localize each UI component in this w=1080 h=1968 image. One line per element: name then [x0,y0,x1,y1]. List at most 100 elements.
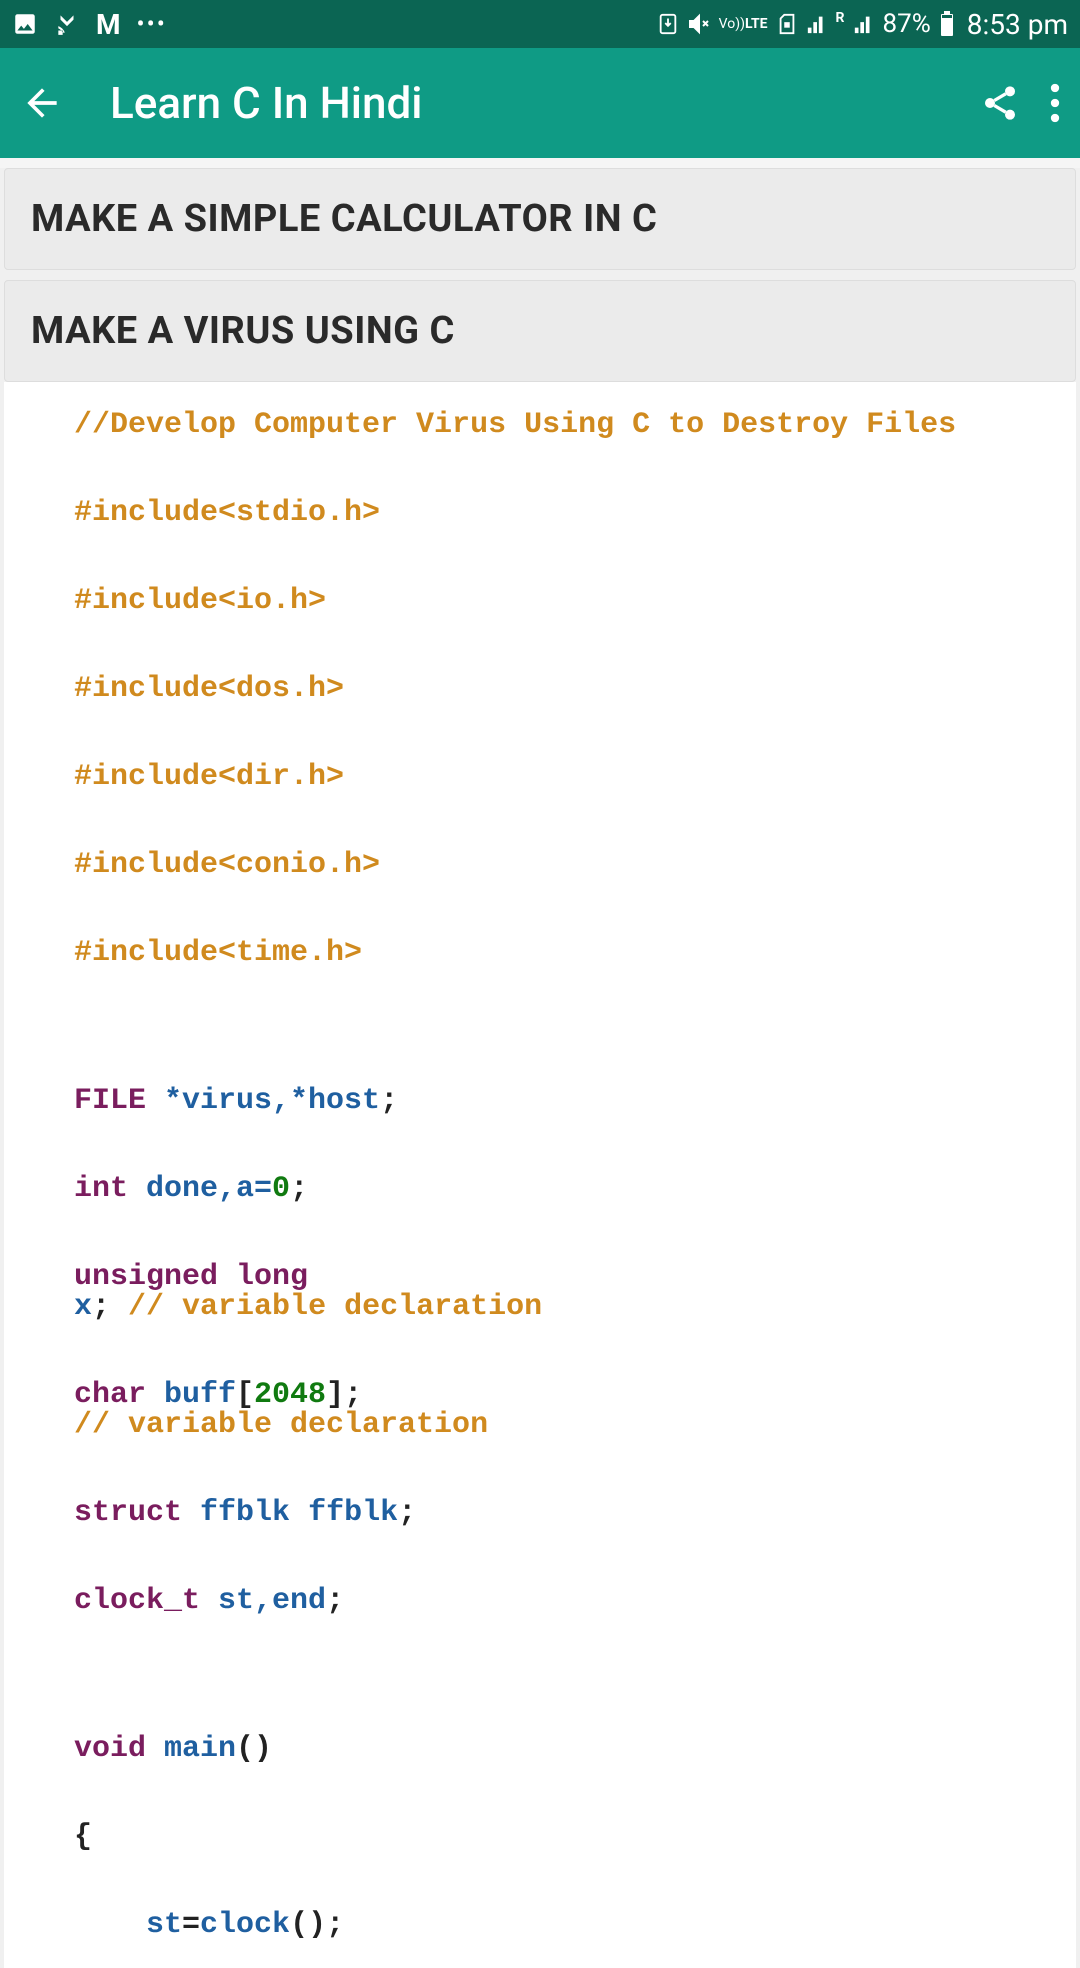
lte-label: LTE [745,17,768,31]
section-virus[interactable]: MAKE A VIRUS USING C [4,280,1076,382]
blank [74,1792,1066,1822]
battery-icon [939,11,955,37]
code-line: #include<conio.h> [74,850,1066,880]
var: ffblk [290,1496,398,1530]
cast-icon [54,11,80,37]
blank [74,908,1066,938]
vars: st,end [200,1584,326,1618]
signal-icon-1 [806,13,828,35]
punct: ; [380,1084,398,1118]
blank [74,1644,1066,1674]
include: #include<time.h> [74,936,362,970]
punct: (); [290,1908,344,1942]
vars: *virus,*host [146,1084,380,1118]
blank [74,1880,1066,1910]
blank [74,1556,1066,1586]
punct: ; [326,1584,344,1618]
blank [74,1056,1066,1086]
var: buff [146,1378,236,1412]
blank [74,1704,1066,1734]
blank [74,556,1066,586]
vars: done,a= [128,1172,272,1206]
code-line: clock_t st,end; [74,1586,1066,1616]
comment: // variable declaration [74,1408,488,1442]
num: 2048 [254,1378,326,1412]
punct: ]; [326,1378,362,1412]
include: #include<dir.h> [74,760,344,794]
type: clock_t [74,1584,200,1618]
code-line: #include<time.h> [74,938,1066,968]
image-icon [12,11,38,37]
kw: int [74,1172,128,1206]
code-line: //Develop Computer Virus Using C to Dest… [74,410,1066,440]
code-line: x; // variable declaration [74,1292,1066,1322]
app-bar-actions [980,83,1060,123]
content: MAKE A SIMPLE CALCULATOR IN C MAKE A VIR… [0,168,1080,1968]
app-update-icon [657,13,679,35]
section-calculator[interactable]: MAKE A SIMPLE CALCULATOR IN C [4,168,1076,270]
comment: // variable declaration [110,1290,542,1324]
include: #include<conio.h> [74,848,380,882]
fn: clock [200,1908,290,1942]
code-line: char buff[2048]; [74,1380,1066,1410]
num: 0 [272,1172,290,1206]
code-line: int done,a=0; [74,1174,1066,1204]
volte-icon: Vo)) LTE [719,17,768,31]
blank [74,996,1066,1026]
m-icon: M [96,8,121,41]
back-button[interactable] [20,81,80,125]
status-left: M ••• [12,8,167,41]
var: st [146,1908,182,1942]
kw: FILE [74,1084,146,1118]
code-line: FILE *virus,*host; [74,1086,1066,1116]
code-line: void main() [74,1734,1066,1764]
var: x [74,1290,92,1324]
signal-icon-2 [853,13,875,35]
eq: = [182,1908,200,1942]
fn: main [146,1732,236,1766]
app-title: Learn C In Hindi [80,77,980,129]
blank [74,644,1066,674]
brace: { [74,1820,92,1854]
punct: [ [236,1378,254,1412]
indent [74,1908,146,1942]
status-bar: M ••• Vo)) LTE R 87% 8:53 pm [0,0,1080,48]
code-line: struct ffblk ffblk; [74,1498,1066,1528]
kw: struct [74,1496,182,1530]
code-line: #include<stdio.h> [74,498,1066,528]
app-bar: Learn C In Hindi [0,48,1080,158]
code-line: #include<dir.h> [74,762,1066,792]
include: #include<dos.h> [74,672,344,706]
code-line: // variable declaration [74,1410,1066,1440]
code-line: unsigned long [74,1262,1066,1292]
blank [74,1232,1066,1262]
kw: void [74,1732,146,1766]
mute-icon [687,12,711,36]
blank [74,820,1066,850]
type: ffblk [182,1496,290,1530]
blank [74,1674,1066,1704]
blank [74,1468,1066,1498]
time-label: 8:53 pm [967,8,1068,41]
kw: char [74,1378,146,1412]
more-icon: ••• [137,10,167,38]
blank [74,1350,1066,1380]
kw: unsigned long [74,1260,308,1294]
volte-top: Vo)) [719,17,745,31]
r-label: R [836,10,845,26]
code-line: { [74,1822,1066,1852]
sim-icon [776,13,798,35]
punct: ; [290,1172,308,1206]
code-line: st=clock(); [74,1910,1066,1940]
blank [74,1144,1066,1174]
code-block[interactable]: //Develop Computer Virus Using C to Dest… [4,382,1076,1968]
punct: () [236,1732,272,1766]
include: #include<stdio.h> [74,496,380,530]
share-button[interactable] [980,83,1020,123]
menu-button[interactable] [1050,83,1060,123]
battery-pct: 87% [883,9,931,39]
code-line: #include<dos.h> [74,674,1066,704]
punct: ; [92,1290,110,1324]
blank [74,732,1066,762]
blank [74,468,1066,498]
